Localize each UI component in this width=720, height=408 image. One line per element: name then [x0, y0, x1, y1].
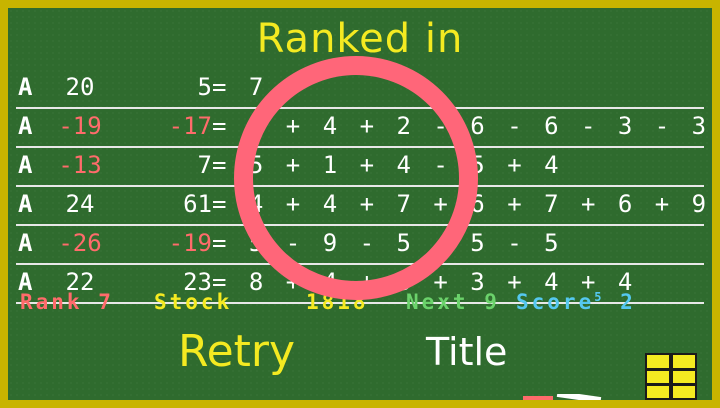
ring-marker [234, 56, 478, 300]
rank-letter: A [18, 151, 33, 179]
next-status: Next 9 [406, 290, 500, 314]
row-score: 24 [65, 190, 95, 218]
row-result: 5 [197, 73, 212, 101]
rank-status: Rank 7 [20, 290, 114, 314]
rank-letter: A [18, 73, 33, 101]
row-score: -26 [58, 229, 102, 257]
score-label: Score [516, 290, 595, 314]
score-small: 5 [594, 290, 605, 304]
row-score: -13 [58, 151, 102, 179]
row-result: 61 [183, 190, 212, 218]
rank-letter: A [18, 229, 33, 257]
stock-label: Stock [154, 290, 233, 314]
title-button[interactable]: Title [426, 330, 507, 374]
row-result: -17 [168, 112, 212, 140]
chalkboard: Ranked in A 20 5 = 7 A -19 -17 = 7 + 4 +… [8, 8, 712, 400]
row-result: 7 [197, 151, 212, 179]
retry-button[interactable]: Retry [178, 326, 295, 377]
row-score: -19 [58, 112, 102, 140]
row-score: 20 [65, 73, 95, 101]
row-result: -19 [168, 229, 212, 257]
rank-letter: A [18, 190, 33, 218]
score-value: 2 [620, 290, 636, 314]
row-expression: = 7 [212, 73, 268, 101]
score-status: Score5 2 [516, 290, 636, 316]
chalk-icon [523, 394, 602, 400]
grid-icon[interactable] [645, 353, 697, 400]
rank-letter: A [18, 112, 33, 140]
